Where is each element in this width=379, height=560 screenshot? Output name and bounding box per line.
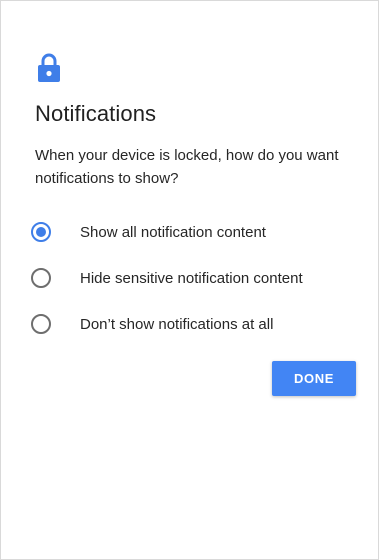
- option-hide-sensitive-content[interactable]: Hide sensitive notification content: [31, 265, 303, 291]
- radio-button-selected[interactable]: [31, 222, 51, 242]
- notification-settings-screen: Notifications When your device is locked…: [0, 0, 379, 560]
- done-button[interactable]: DONE: [272, 361, 356, 396]
- radio-button[interactable]: [31, 268, 51, 288]
- option-show-all-content[interactable]: Show all notification content: [31, 219, 266, 245]
- option-label: Hide sensitive notification content: [80, 269, 303, 287]
- page-title: Notifications: [35, 101, 157, 126]
- option-dont-show-notifications[interactable]: Don’t show notifications at all: [31, 311, 273, 337]
- page-description: When your device is locked, how do you w…: [35, 147, 339, 187]
- lock-icon: [38, 53, 60, 82]
- radio-button[interactable]: [31, 314, 51, 334]
- option-label: Don’t show notifications at all: [80, 315, 274, 333]
- option-label: Show all notification content: [80, 223, 266, 241]
